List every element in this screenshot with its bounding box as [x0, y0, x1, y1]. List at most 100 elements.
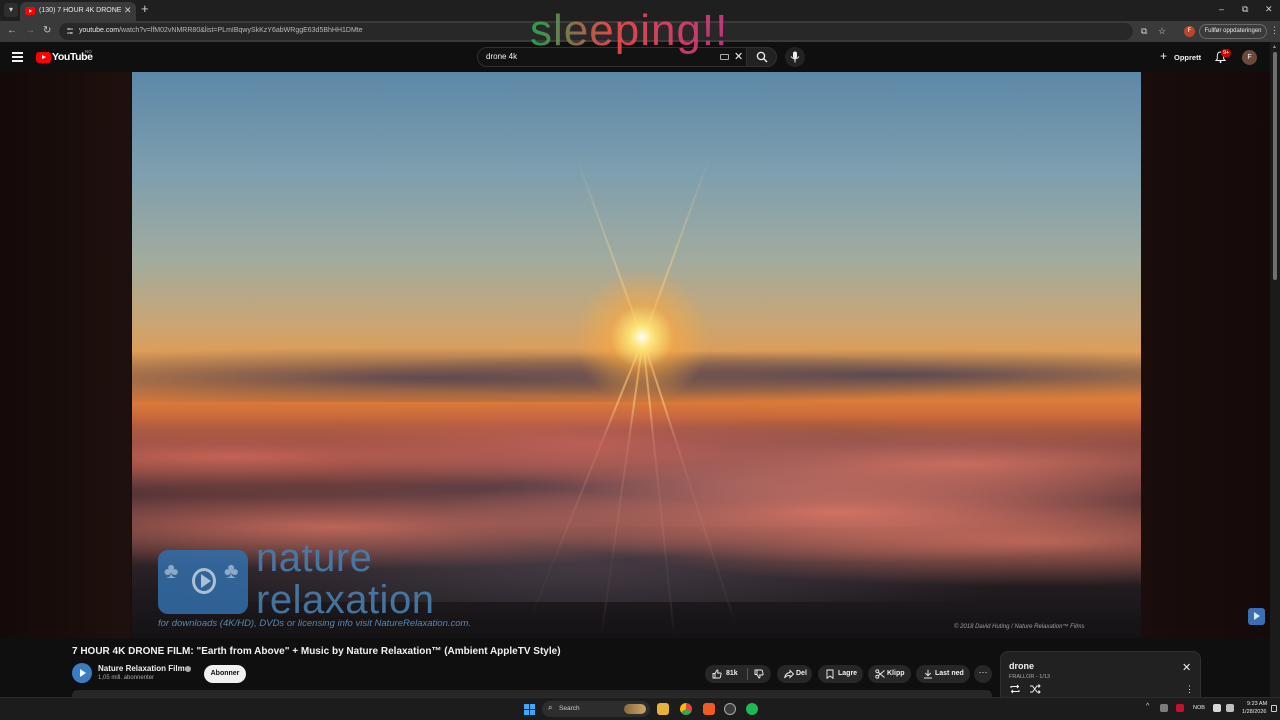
brave-browser-icon[interactable]	[703, 703, 715, 715]
new-tab-button[interactable]: +	[141, 2, 149, 16]
microphone-icon	[790, 51, 800, 63]
download-label: Last ned	[935, 670, 964, 677]
clip-button[interactable]: Klipp	[868, 665, 911, 683]
sleeping-overlay-text: sleeping!!	[530, 6, 729, 55]
youtube-logo-icon[interactable]	[36, 52, 51, 63]
file-explorer-icon[interactable]	[657, 703, 669, 715]
chrome-menu-icon[interactable]: ⋮	[1270, 25, 1279, 36]
account-avatar[interactable]: F	[1242, 50, 1257, 65]
tray-app-icon[interactable]	[1160, 704, 1168, 712]
minimize-button[interactable]: –	[1219, 4, 1224, 14]
page-scrollbar[interactable]: ▲	[1270, 42, 1280, 697]
bookmark-star-icon[interactable]: ☆	[1158, 26, 1166, 37]
scissors-icon	[875, 669, 885, 679]
search-clear-button[interactable]: ✕	[734, 50, 743, 63]
tab-search-button[interactable]: ▾	[4, 3, 18, 17]
more-actions-button[interactable]: ···	[974, 665, 992, 683]
tab-close-button[interactable]: ✕	[124, 5, 132, 16]
video-title: 7 HOUR 4K DRONE FILM: "Earth from Above"…	[72, 646, 561, 657]
save-label: Lagre	[838, 670, 858, 677]
taskbar-search-label: Search	[559, 705, 580, 712]
loop-icon[interactable]	[1009, 684, 1021, 694]
like-dislike-group: 81k	[705, 665, 771, 683]
like-count: 81k	[726, 670, 738, 677]
url-text: youtube.com/watch?v=lfM02vNMRR80&list=PL…	[79, 27, 363, 34]
shuffle-icon[interactable]	[1029, 684, 1041, 694]
clock-time[interactable]: 9:23 AM	[1247, 701, 1267, 707]
browser-tab-active[interactable]: (130) 7 HOUR 4K DRONE FILM ✕	[20, 2, 136, 21]
plus-icon: +	[1160, 49, 1168, 63]
nature-relaxation-logo-icon: ♣ ♣	[158, 550, 248, 614]
description-box[interactable]	[72, 690, 992, 697]
country-code: NO	[85, 49, 92, 54]
windows-start-icon[interactable]	[524, 704, 535, 715]
volume-icon[interactable]	[1226, 704, 1234, 712]
language-indicator[interactable]: NOB	[1193, 705, 1205, 711]
download-icon	[924, 669, 932, 679]
browser-profile-avatar[interactable]: F	[1184, 26, 1195, 37]
voice-search-button[interactable]	[785, 47, 805, 67]
forward-button[interactable]: →	[25, 25, 35, 36]
spotify-icon[interactable]	[746, 703, 758, 715]
reload-button[interactable]: ↻	[43, 25, 51, 36]
save-button[interactable]: Lagre	[818, 665, 863, 683]
scroll-up-arrow-icon[interactable]: ▲	[1272, 44, 1277, 50]
playlist-meta: FRALLOR - 1/13	[1009, 674, 1050, 680]
notification-center-icon[interactable]	[1271, 705, 1277, 712]
play-icon	[192, 568, 216, 594]
like-button[interactable]: 81k	[705, 665, 747, 683]
download-button[interactable]: Last ned	[916, 665, 970, 683]
thumbs-down-icon	[754, 669, 764, 679]
clock-app-icon[interactable]	[724, 703, 736, 715]
maximize-button[interactable]: ⧉	[1242, 4, 1248, 15]
palm-tree-icon: ♣	[164, 558, 179, 583]
search-icon: ⌕	[548, 703, 553, 712]
windows-taskbar: ⌕ Search ^ NOB 9:23 AM 1/28/2026	[0, 697, 1280, 720]
tab-title: (130) 7 HOUR 4K DRONE FILM	[39, 7, 121, 14]
url-path: /watch?v=lfM02vNMRR80&list=PLmIBqwySkKzY…	[119, 27, 363, 34]
chrome-icon[interactable]	[680, 703, 692, 715]
taskbar-search[interactable]: ⌕ Search	[542, 701, 650, 717]
search-highlight-image	[624, 704, 646, 714]
channel-name[interactable]: Nature Relaxation Films	[98, 664, 189, 673]
subscribe-button[interactable]: Abonner	[204, 665, 246, 683]
watermark-relaxation: relaxation	[256, 578, 435, 622]
search-button[interactable]	[746, 47, 777, 67]
share-button[interactable]: Del	[777, 665, 812, 683]
bookmark-icon	[826, 669, 834, 679]
dislike-button[interactable]	[748, 665, 771, 683]
search-query[interactable]: drone 4k	[486, 52, 517, 61]
tray-overflow-chevron-icon[interactable]: ^	[1146, 703, 1149, 710]
subscriber-count: 1,05 mill. abonnenter	[98, 675, 155, 681]
thumbs-up-icon	[712, 669, 722, 679]
share-icon	[784, 669, 794, 679]
scrollbar-thumb[interactable]	[1273, 52, 1277, 280]
monitor-icon[interactable]	[1213, 704, 1221, 712]
watermark-nature: nature	[256, 536, 373, 580]
clock-date[interactable]: 1/28/2026	[1242, 709, 1266, 715]
search-icon	[756, 51, 768, 63]
video-copyright: © 2018 David Huting / Nature Relaxation™…	[954, 624, 1085, 630]
palm-tree-icon: ♣	[224, 558, 239, 583]
create-button[interactable]: + Opprett	[1157, 49, 1203, 65]
hamburger-menu-icon[interactable]	[12, 52, 23, 62]
create-label: Opprett	[1174, 53, 1202, 62]
back-button[interactable]: ←	[7, 25, 17, 36]
url-host: youtube.com	[79, 27, 120, 34]
video-player[interactable]: ♣ ♣ nature relaxation for downloads (4K/…	[132, 72, 1141, 638]
youtube-favicon-icon	[25, 7, 35, 15]
window-close-button[interactable]: ✕	[1265, 4, 1273, 15]
finish-update-button[interactable]: Fullfør oppdateringen	[1199, 24, 1267, 39]
site-info-icon[interactable]	[66, 27, 74, 35]
playlist-title[interactable]: drone	[1009, 661, 1034, 671]
cast-icon[interactable]: ⧉	[1141, 26, 1147, 37]
channel-watermark-icon[interactable]	[1248, 608, 1265, 625]
playlist-close-button[interactable]: ✕	[1182, 661, 1191, 674]
channel-avatar[interactable]	[72, 663, 92, 683]
verified-badge-icon	[185, 666, 191, 672]
watermark-downloads-text: for downloads (4K/HD), DVDs or licensing…	[158, 618, 472, 629]
tray-flag-icon[interactable]	[1176, 704, 1184, 712]
playlist-more-icon[interactable]: ⋮	[1185, 684, 1194, 695]
clip-label: Klipp	[887, 670, 905, 677]
playlist-panel: drone FRALLOR - 1/13 ✕ ⋮	[1000, 651, 1201, 697]
